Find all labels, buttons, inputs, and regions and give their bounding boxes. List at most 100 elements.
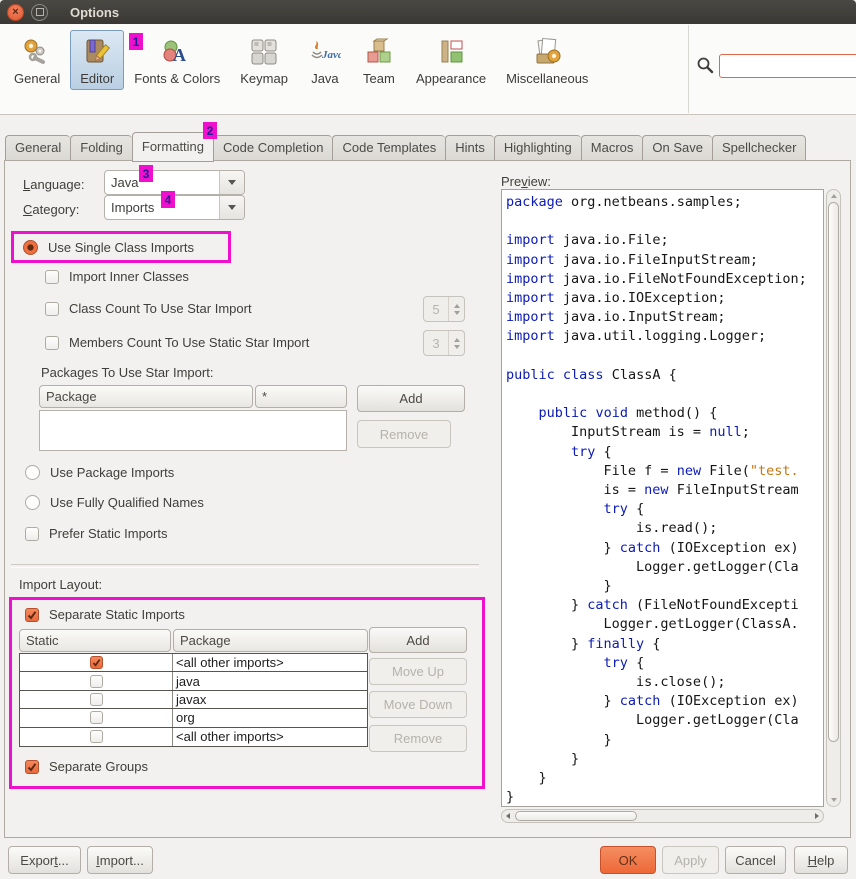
- cancel-button[interactable]: Cancel: [725, 846, 786, 874]
- toolbar-item-label: Team: [363, 71, 395, 86]
- tab-code-completion[interactable]: Code Completion: [214, 135, 332, 161]
- pkg-table-header-star[interactable]: *: [255, 385, 347, 408]
- layout-cell-package: <all other imports>: [173, 729, 367, 744]
- fonts-colors-icon: A: [160, 35, 194, 69]
- class-count-label: Class Count To Use Star Import: [69, 301, 252, 316]
- layout-add-button[interactable]: Add: [369, 627, 467, 653]
- tab-on-save[interactable]: On Save: [642, 135, 712, 161]
- layout-remove-button[interactable]: Remove: [369, 725, 467, 752]
- preview-horizontal-scrollbar[interactable]: [501, 809, 824, 823]
- tab-spellchecker[interactable]: Spellchecker: [712, 135, 806, 161]
- spinner-down-icon[interactable]: [454, 311, 460, 315]
- title-bar: × Options: [0, 0, 856, 24]
- spinner-up-icon[interactable]: [454, 338, 460, 342]
- static-checkbox[interactable]: [90, 730, 103, 743]
- use-fully-qualified-names-radio[interactable]: [25, 495, 40, 510]
- toolbar-item-keymap[interactable]: Keymap: [230, 30, 298, 90]
- layout-header-package[interactable]: Package: [173, 629, 368, 652]
- separate-static-imports-checkbox[interactable]: [25, 608, 39, 622]
- scroll-down-icon[interactable]: [831, 798, 837, 802]
- horizontal-scroll-thumb[interactable]: [515, 811, 637, 821]
- toolbar-item-appearance[interactable]: Appearance: [406, 30, 496, 90]
- toolbar-item-team[interactable]: Team: [352, 30, 406, 90]
- use-package-imports-radio[interactable]: [25, 465, 40, 480]
- class-count-checkbox[interactable]: [45, 302, 59, 316]
- annotation-badge-4: 4: [161, 191, 175, 208]
- chevron-down-icon[interactable]: [219, 171, 244, 194]
- table-row[interactable]: org: [20, 709, 367, 727]
- misc-papers-gear-icon: [530, 35, 564, 69]
- layout-cell-static: [20, 728, 173, 746]
- toolbar-item-java[interactable]: JavaJava: [298, 30, 352, 90]
- ok-button[interactable]: OK: [600, 846, 656, 874]
- layout-cell-static: [20, 654, 173, 671]
- preview-vertical-scrollbar[interactable]: [826, 189, 841, 807]
- table-row[interactable]: javax: [20, 691, 367, 709]
- code-line: } catch (IOException ex): [506, 539, 823, 558]
- pkg-table-header-package[interactable]: Package: [39, 385, 253, 408]
- move-up-button[interactable]: Move Up: [369, 658, 467, 685]
- pkg-remove-button[interactable]: Remove: [357, 420, 451, 448]
- toolbar-item-miscellaneous[interactable]: Miscellaneous: [496, 30, 598, 90]
- annotation-badge-3: 3: [139, 165, 153, 182]
- section-separator: [11, 564, 479, 568]
- tab-formatting[interactable]: Formatting: [132, 132, 214, 162]
- static-checkbox[interactable]: [90, 675, 103, 688]
- code-line: } catch (IOException ex): [506, 692, 823, 711]
- help-button[interactable]: Help: [794, 846, 848, 874]
- toolbar-item-editor[interactable]: Editor: [70, 30, 124, 90]
- static-checkbox[interactable]: [90, 711, 103, 724]
- tab-folding[interactable]: Folding: [70, 135, 132, 161]
- vertical-scroll-thumb[interactable]: [828, 202, 839, 742]
- toolbar-item-general[interactable]: General: [4, 30, 70, 90]
- restore-icon[interactable]: [31, 4, 48, 21]
- code-line: try {: [506, 654, 823, 673]
- static-checkbox[interactable]: [90, 693, 103, 706]
- scroll-right-icon[interactable]: [815, 813, 819, 819]
- close-icon[interactable]: ×: [7, 4, 24, 21]
- import-inner-classes-checkbox[interactable]: [45, 270, 59, 284]
- class-count-spinner[interactable]: 5: [423, 296, 465, 322]
- table-row[interactable]: <all other imports>: [20, 728, 367, 746]
- import-button[interactable]: Import...: [87, 846, 153, 874]
- export-button[interactable]: Export...: [8, 846, 81, 874]
- use-single-class-imports-radio[interactable]: [23, 240, 38, 255]
- static-checkbox[interactable]: [90, 656, 103, 669]
- members-count-spinner[interactable]: 3: [423, 330, 465, 356]
- chevron-down-icon[interactable]: [219, 196, 244, 219]
- layout-header-static[interactable]: Static: [19, 629, 171, 652]
- apply-button[interactable]: Apply: [662, 846, 719, 874]
- table-row[interactable]: <all other imports>: [20, 654, 367, 672]
- tab-highlighting[interactable]: Highlighting: [494, 135, 581, 161]
- prefer-static-imports-checkbox[interactable]: [25, 527, 39, 541]
- code-line: Logger.getLogger(Cla: [506, 711, 823, 730]
- code-line: is = new FileInputStream: [506, 481, 823, 500]
- code-line: } catch (FileNotFoundExcepti: [506, 596, 823, 615]
- code-line: } finally {: [506, 635, 823, 654]
- members-count-label: Members Count To Use Static Star Import: [69, 335, 309, 350]
- tab-general[interactable]: General: [5, 135, 70, 161]
- tab-macros[interactable]: Macros: [581, 135, 643, 161]
- move-down-button[interactable]: Move Down: [369, 691, 467, 718]
- tab-code-templates[interactable]: Code Templates: [332, 135, 445, 161]
- table-row[interactable]: java: [20, 672, 367, 690]
- pkg-table-body[interactable]: [39, 410, 347, 451]
- spinner-up-icon[interactable]: [454, 304, 460, 308]
- code-line: import java.io.FileNotFoundException;: [506, 270, 823, 289]
- code-line: try {: [506, 443, 823, 462]
- use-package-imports-label: Use Package Imports: [50, 465, 174, 480]
- scroll-up-icon[interactable]: [831, 194, 837, 198]
- members-count-checkbox[interactable]: [45, 336, 59, 350]
- toolbar-separator: [688, 25, 689, 113]
- separate-groups-label: Separate Groups: [49, 759, 148, 774]
- search-input[interactable]: [719, 54, 856, 78]
- scroll-left-icon[interactable]: [506, 813, 510, 819]
- import-layout-label: Import Layout:: [19, 577, 102, 592]
- code-line: Logger.getLogger(Cla: [506, 558, 823, 577]
- separate-groups-checkbox[interactable]: [25, 760, 39, 774]
- pkg-add-button[interactable]: Add: [357, 385, 465, 412]
- use-fully-qualified-names-label: Use Fully Qualified Names: [50, 495, 204, 510]
- layout-cell-static: [20, 691, 173, 708]
- tab-hints[interactable]: Hints: [445, 135, 494, 161]
- spinner-down-icon[interactable]: [454, 345, 460, 349]
